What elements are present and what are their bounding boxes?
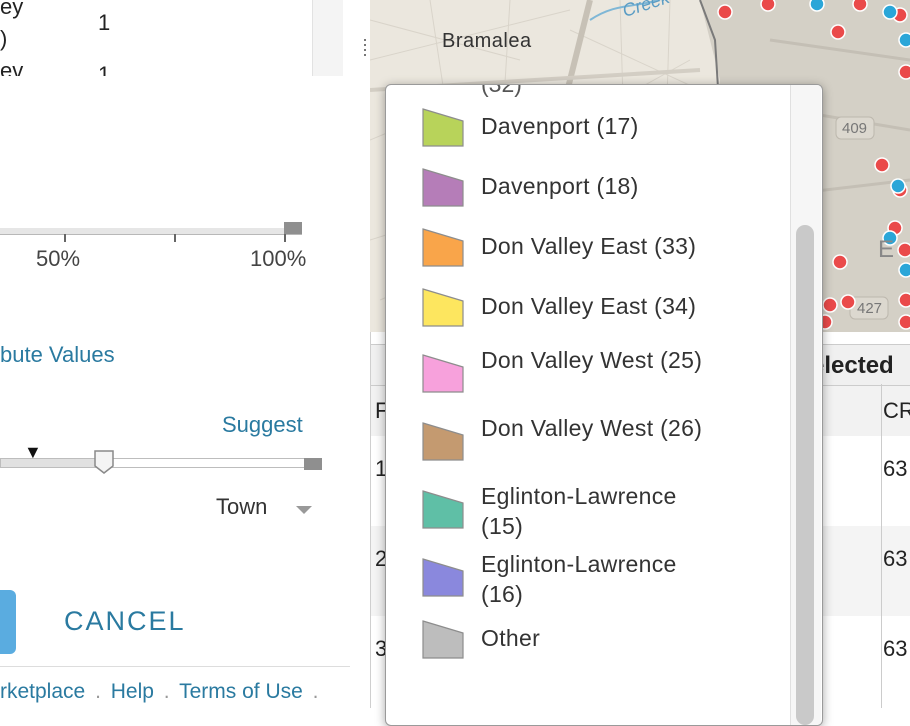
row-value: 63: [883, 546, 908, 571]
column-divider: [881, 384, 882, 708]
slider-label-50: 50%: [36, 246, 81, 271]
attribute-table-fragment: ey ) 1 ev 1: [0, 0, 342, 76]
legend-swatch-icon: [422, 422, 464, 461]
legend-item-label: Eglinton-Lawrence (16): [481, 551, 677, 607]
legend-item[interactable]: Other: [386, 619, 790, 683]
footer-links: rketplace . Help . Terms of Use .: [0, 680, 323, 704]
slider-tick: [284, 234, 286, 242]
highway-409-label: 409: [842, 120, 868, 137]
legend-item-label: Davenport (18): [481, 173, 639, 199]
legend-swatch-icon: [422, 620, 464, 659]
footer-link-marketplace[interactable]: rketplace: [0, 680, 85, 703]
legend-item-label: Eglinton-Lawrence (15): [481, 483, 677, 539]
attribute-values-link[interactable]: bute Values: [0, 342, 115, 368]
suggest-link[interactable]: Suggest: [222, 412, 303, 438]
chevron-down-icon[interactable]: [296, 506, 312, 514]
slider-tick: [174, 234, 176, 242]
table-cell-label: ): [0, 26, 8, 51]
legend-item-label: Don Valley East (33): [481, 233, 697, 259]
row-value: 63: [883, 636, 908, 661]
legend-swatch-icon: [422, 228, 464, 267]
legend-item[interactable]: Don Valley West (25): [386, 341, 790, 405]
slider-thumb[interactable]: [94, 450, 114, 474]
opacity-slider-track[interactable]: [0, 228, 302, 235]
footer-divider: [0, 666, 350, 667]
legend-dropdown[interactable]: (32) Davenport (17) Davenport (18) Don Val…: [385, 84, 823, 726]
highway-427-label: 427: [857, 300, 883, 317]
column-header-cr[interactable]: CR: [883, 398, 910, 424]
legend-item-label: Davenport (17): [481, 113, 639, 139]
town-dropdown[interactable]: Town: [216, 494, 267, 520]
class-slider-fill: [0, 458, 104, 468]
slider-tick: [64, 234, 66, 242]
opacity-slider-end: [284, 222, 302, 234]
panel-resize-grip-icon[interactable]: [362, 36, 368, 60]
left-panel: ey ) 1 ev 1 50% 100% bute Values Suggest…: [0, 0, 362, 708]
legend-item[interactable]: Don Valley West (26): [386, 409, 790, 473]
legend-swatch-icon: [422, 288, 464, 327]
legend-swatch-icon: [422, 558, 464, 597]
legend-item-label-cut: (32): [481, 84, 522, 97]
legend-item[interactable]: Davenport (18): [386, 167, 790, 231]
table-cell-value: 1: [98, 10, 111, 35]
class-slider-end: [304, 458, 322, 470]
legend-item-label: Don Valley East (34): [481, 293, 697, 319]
map-area-label: E: [878, 236, 895, 263]
footer-link-help[interactable]: Help: [111, 680, 154, 703]
legend-item-label: Don Valley West (25): [481, 347, 703, 373]
table-cell-label: ev: [0, 58, 24, 76]
legend-item-label: Other: [481, 625, 541, 651]
legend-swatch-icon: [422, 108, 464, 147]
legend-swatch-icon: [422, 168, 464, 207]
legend-scrollbar-thumb[interactable]: [796, 225, 814, 725]
legend-swatch-icon: [422, 490, 464, 529]
legend-item[interactable]: Don Valley East (33): [386, 227, 790, 291]
legend-item[interactable]: Eglinton-Lawrence (16): [386, 545, 790, 609]
panel-title: elected: [811, 352, 894, 379]
table-cell-value-cut: 1: [98, 62, 111, 76]
row-value: 63: [883, 456, 908, 481]
footer-link-terms[interactable]: Terms of Use: [179, 680, 303, 703]
ok-button[interactable]: [0, 590, 16, 654]
legend-item-label: Don Valley West (26): [481, 415, 703, 441]
slider-label-100: 100%: [250, 246, 307, 271]
legend-item[interactable]: Eglinton-Lawrence (15): [386, 477, 790, 541]
legend-swatch-icon: [422, 354, 464, 393]
footer-separator: .: [95, 680, 101, 703]
footer-separator: .: [312, 680, 319, 703]
table-cell-label: ey: [0, 0, 24, 19]
footer-separator: .: [163, 680, 170, 703]
table-scrollbar[interactable]: [312, 0, 343, 76]
cancel-button[interactable]: CANCEL: [64, 606, 186, 637]
slider-marker-icon: ▼: [24, 442, 42, 462]
legend-item[interactable]: Davenport (17): [386, 107, 790, 171]
map-place-label: Bramalea: [442, 30, 532, 52]
